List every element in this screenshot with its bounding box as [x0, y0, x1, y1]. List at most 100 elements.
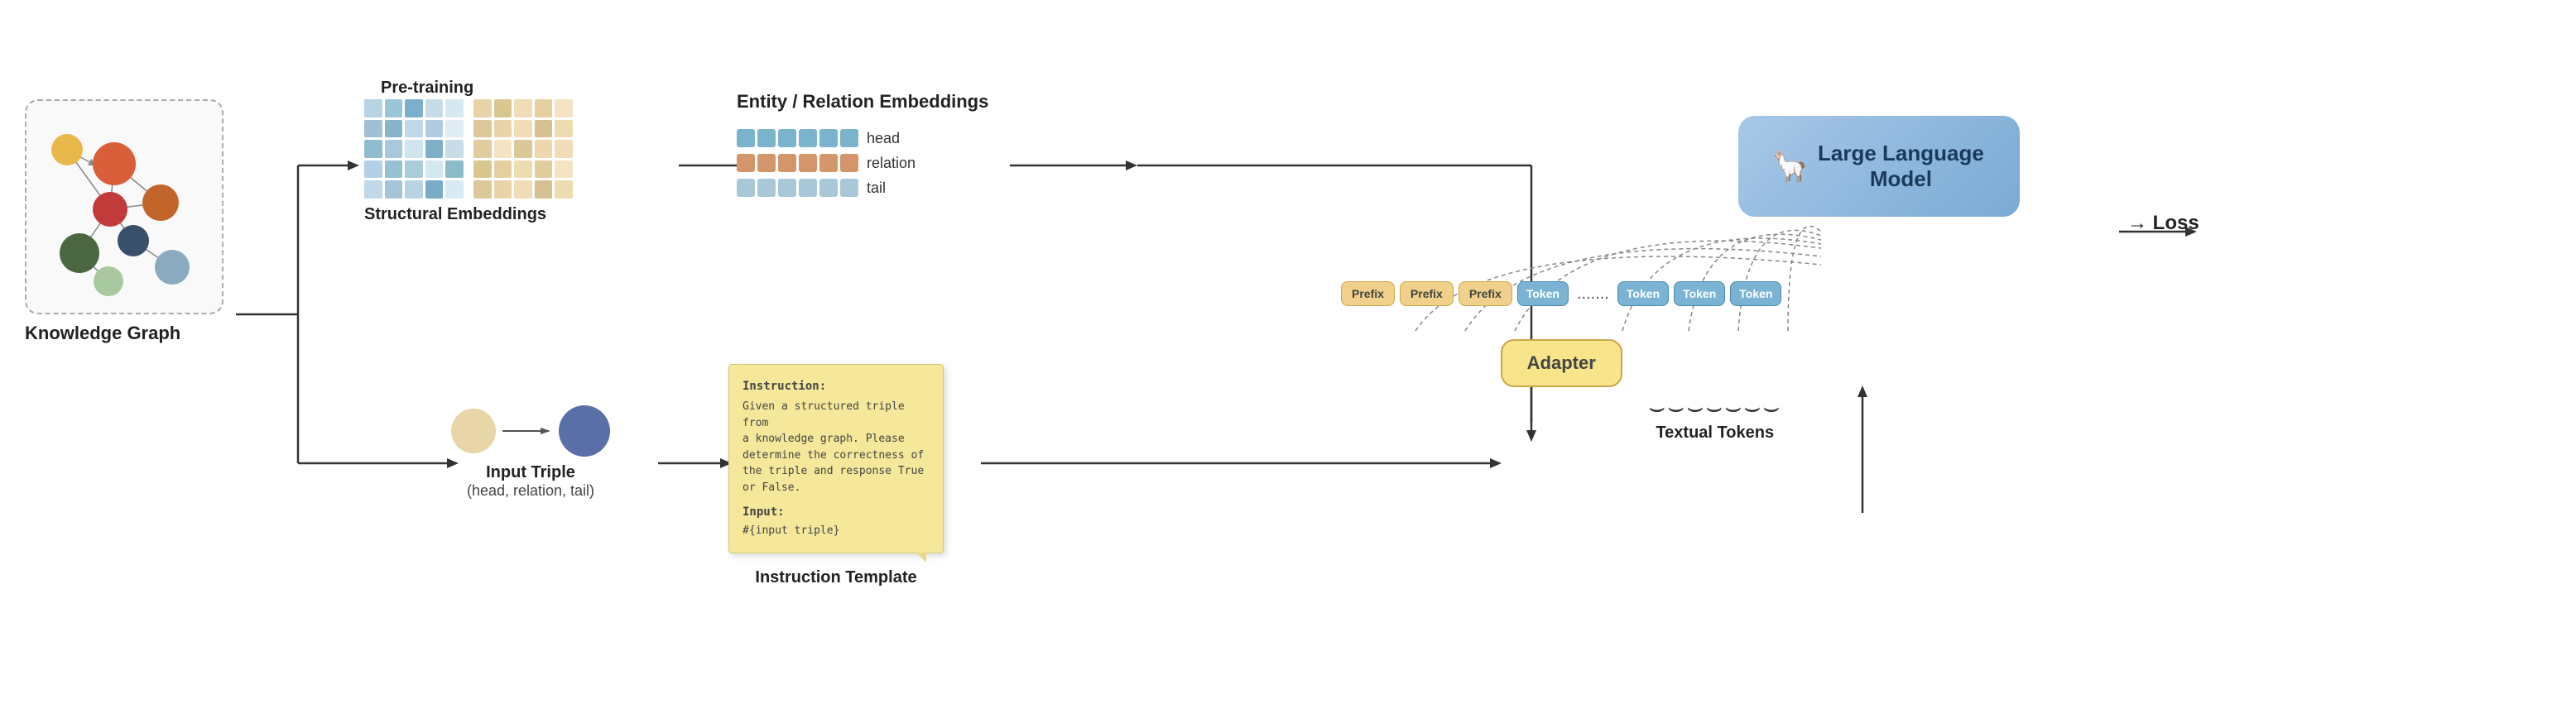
grid2-cell: [514, 160, 532, 179]
grid2-cell: [555, 160, 573, 179]
input-triple-section: Input Triple (head, relation, tail): [451, 405, 610, 500]
llm-title: Large Language Model: [1815, 141, 1987, 192]
grid2-cell: [473, 99, 492, 117]
grid2-cell: [555, 140, 573, 158]
head-cell-2: [757, 129, 776, 147]
kg-section: Knowledge Graph: [25, 99, 223, 344]
tail-emb-bar: [737, 179, 858, 197]
head-embedding-row: head: [737, 129, 988, 147]
rel-cell-6: [840, 154, 858, 172]
tail-cell-4: [799, 179, 817, 197]
grid2-cell: [514, 180, 532, 199]
llama-icon: 🦙: [1771, 149, 1809, 184]
input-triple-sub: (head, relation, tail): [451, 482, 610, 500]
relation-embedding-row: relation: [737, 154, 988, 172]
triple-node-head: [451, 409, 496, 453]
adapter-tokens-section: Prefix Prefix Prefix Token ....... Token…: [1341, 281, 1781, 443]
tail-cell-2: [757, 179, 776, 197]
instruction-title: Instruction:: [743, 378, 930, 395]
rel-cell-5: [819, 154, 838, 172]
head-cell-3: [778, 129, 796, 147]
grid1-cell: [364, 99, 382, 117]
entity-relation-label: Entity / Relation Embeddings: [737, 91, 988, 113]
tail-cell-1: [737, 179, 755, 197]
tail-cell-5: [819, 179, 838, 197]
triple-diagram: [451, 405, 610, 457]
llm-section: 🦙 Large Language Model: [1738, 116, 2020, 217]
grid2-cell: [535, 99, 553, 117]
instruction-body: Given a structured triple from a knowled…: [743, 399, 930, 496]
grid1-cell: [385, 120, 403, 138]
input-body: #{input triple}: [743, 523, 930, 539]
grid1-cell: [445, 180, 464, 199]
grid2-cell: [494, 180, 512, 199]
grid2-cell: [535, 120, 553, 138]
grid2-cell: [535, 160, 553, 179]
grid2-cell: [514, 120, 532, 138]
grid2-cell: [514, 140, 532, 158]
grid1-cell: [385, 160, 403, 179]
kg-diagram: [25, 99, 223, 314]
struct-section: Structural Embeddings: [364, 99, 573, 224]
grid1-cell: [425, 180, 444, 199]
relation-label: relation: [867, 155, 916, 172]
grid2-cell: [494, 160, 512, 179]
prefix-token-1: Prefix: [1341, 281, 1395, 306]
token-row: Prefix Prefix Prefix Token ....... Token…: [1341, 281, 1781, 306]
sticky-note: Instruction: Given a structured triple f…: [728, 364, 944, 553]
head-cell-6: [840, 129, 858, 147]
brace-symbol: ⌣⌣⌣⌣⌣⌣⌣: [1648, 392, 1781, 424]
tail-cell-3: [778, 179, 796, 197]
grid1-cell: [364, 180, 382, 199]
dots-label: .......: [1574, 285, 1612, 304]
input-title-text: Input:: [743, 505, 785, 519]
grid1-cell: [445, 160, 464, 179]
adapter-box: Adapter: [1501, 339, 1622, 387]
prefix-token-2: Prefix: [1400, 281, 1454, 306]
kg-connections: [26, 101, 225, 316]
grid1-cell: [385, 99, 403, 117]
relation-emb-bar: [737, 154, 858, 172]
grid2-cell: [473, 160, 492, 179]
token-1: Token: [1517, 281, 1569, 306]
prefix-token-3: Prefix: [1459, 281, 1512, 306]
tail-cell-6: [840, 179, 858, 197]
main-layout: Knowledge Graph Pre-training Structural …: [0, 0, 2576, 723]
grid1-cell: [364, 120, 382, 138]
grid2-cell: [535, 140, 553, 158]
grid2-cell: [555, 99, 573, 117]
grid1-cell: [364, 140, 382, 158]
grid1-cell: [405, 140, 423, 158]
token-3: Token: [1674, 281, 1725, 306]
grid2-cell: [494, 99, 512, 117]
loss-label: → Loss: [2127, 212, 2199, 235]
textual-tokens-label: Textual Tokens: [1648, 424, 1781, 443]
grid1-cell: [445, 140, 464, 158]
grid1-cell: [405, 120, 423, 138]
head-cell-4: [799, 129, 817, 147]
triple-node-tail: [559, 405, 610, 457]
grid2-cell: [555, 120, 573, 138]
head-label: head: [867, 130, 900, 147]
grid2-cell: [514, 99, 532, 117]
token-2: Token: [1617, 281, 1669, 306]
head-cell-5: [819, 129, 838, 147]
rel-cell-1: [737, 154, 755, 172]
head-cell-1: [737, 129, 755, 147]
rel-cell-4: [799, 154, 817, 172]
input-title: Input:: [743, 504, 930, 521]
tail-label: tail: [867, 180, 886, 197]
grid1-cell: [425, 99, 444, 117]
grid2-matrix: [473, 99, 573, 199]
grid1-cell: [445, 99, 464, 117]
instruction-section: Instruction: Given a structured triple f…: [728, 364, 944, 587]
pre-training-label: Pre-training: [381, 79, 473, 98]
grid2-cell: [535, 180, 553, 199]
tail-embedding-row: tail: [737, 179, 988, 197]
grid1-cell: [445, 120, 464, 138]
instruction-template-label: Instruction Template: [728, 568, 944, 587]
grid1-cell: [405, 160, 423, 179]
grid1-cell: [425, 160, 444, 179]
grid2-cell: [555, 180, 573, 199]
rel-cell-3: [778, 154, 796, 172]
